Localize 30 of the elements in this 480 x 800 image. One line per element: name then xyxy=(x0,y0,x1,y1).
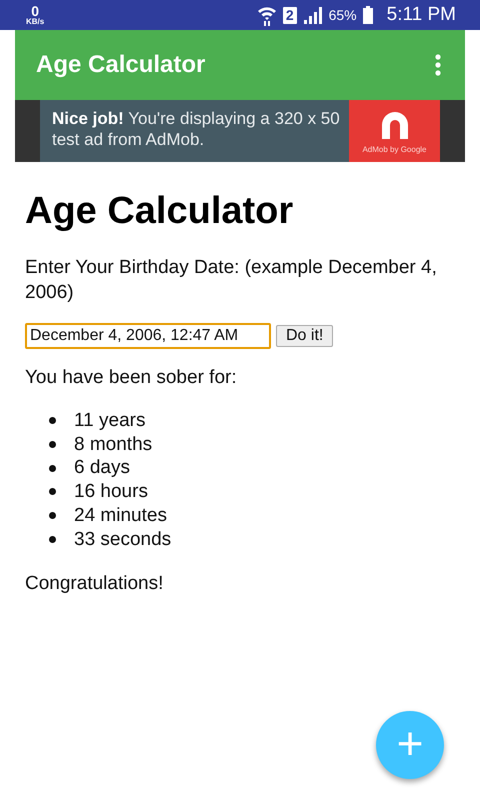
result-item: 8 months xyxy=(74,432,152,456)
result-item: 16 hours xyxy=(74,480,148,504)
more-options-icon[interactable] xyxy=(435,54,441,76)
bullet-icon xyxy=(49,464,56,472)
sim-badge: 2 xyxy=(282,6,297,24)
result-item: 11 years xyxy=(74,409,146,433)
clock: 5:11 PM xyxy=(386,4,456,26)
page-heading: Age Calculator xyxy=(25,190,294,233)
prompt-text: Enter Your Birthday Date: (example December 4, 2006) xyxy=(25,256,438,305)
result-item: 33 seconds xyxy=(74,528,172,552)
net-speed: 0 xyxy=(31,4,40,18)
bullet-icon xyxy=(49,512,56,520)
result-item: 6 days xyxy=(74,456,130,480)
bullet-icon xyxy=(49,417,56,424)
app-title: Age Calculator xyxy=(36,51,206,79)
battery-percent: 65% xyxy=(328,7,357,23)
net-speed-unit: KB/s xyxy=(26,18,44,26)
ad-banner[interactable]: Nice job! You're displaying a 320 x 50 test ad from AdMob. AdMob by Google xyxy=(15,100,465,162)
ad-text: Nice job! You're displaying a 320 x 50 test ad from AdMob. xyxy=(51,108,341,151)
battery-icon xyxy=(362,6,373,24)
result-intro: You have been sober for: xyxy=(25,367,238,389)
bullet-icon xyxy=(49,536,56,543)
bullet-icon xyxy=(49,488,56,496)
do-it-button[interactable]: Do it! xyxy=(276,325,334,347)
bullet-icon xyxy=(49,441,56,448)
congratulations-text: Congratulations! xyxy=(25,573,164,596)
result-item: 24 minutes xyxy=(74,504,167,528)
ad-brand: AdMob by Google xyxy=(362,144,427,154)
date-input-field[interactable]: December 4, 2006, 12:47 AM xyxy=(25,323,271,349)
signal-icon xyxy=(302,6,323,24)
